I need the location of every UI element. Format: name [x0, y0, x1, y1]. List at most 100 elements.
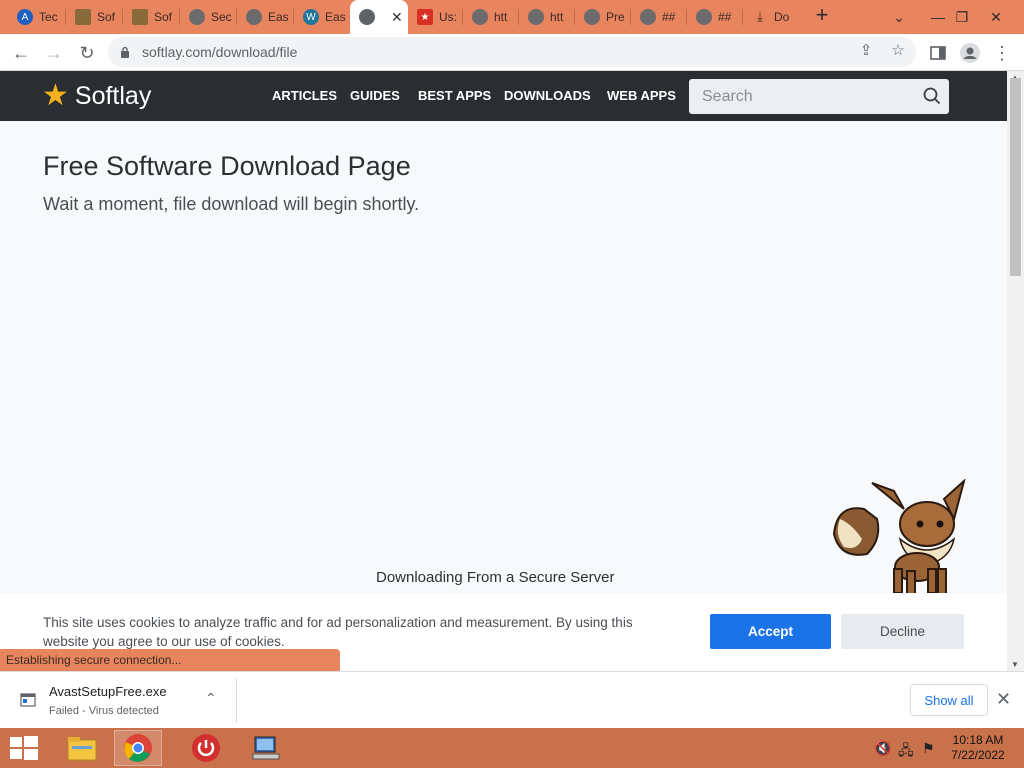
download-filename: AvastSetupFree.exe [49, 684, 167, 699]
lock-icon [121, 46, 129, 58]
chevron-up-icon[interactable]: ⌃ [205, 690, 217, 707]
circle-a-icon: A [17, 9, 33, 25]
nav-best-apps[interactable]: BEST APPS [418, 88, 491, 103]
tab-title: Tec [39, 10, 58, 24]
power-app-icon[interactable] [182, 730, 230, 766]
nav-articles[interactable]: ARTICLES [272, 88, 337, 103]
status-bubble: Establishing secure connection... [0, 649, 340, 671]
scroll-down-icon[interactable]: ▼ [1011, 660, 1019, 669]
page-title: Free Software Download Page [43, 151, 411, 181]
download-status-label: Downloading From a Secure Server [376, 569, 615, 586]
network-icon[interactable]: 🖧 [898, 740, 914, 764]
nav-downloads[interactable]: DOWNLOADS [504, 88, 591, 103]
decline-cookies-button[interactable]: Decline [841, 614, 964, 649]
globe-icon [246, 9, 262, 25]
tab-1[interactable]: Sof [66, 0, 123, 34]
tab-title: Sof [97, 10, 116, 24]
globe-icon [584, 9, 600, 25]
tab-title: ## [718, 10, 732, 24]
tab-title: Eas [325, 10, 346, 24]
page-scrollbar[interactable]: ▲ ▼ [1007, 71, 1024, 671]
download-item[interactable]: AvastSetupFree.exe Failed - Virus detect… [0, 678, 237, 723]
tab-title: htt [550, 10, 564, 24]
site-header: ★ Softlay ARTICLES GUIDES BEST APPS DOWN… [0, 71, 1007, 121]
chrome-icon[interactable] [114, 730, 162, 766]
url-text: softlay.com/download/file [142, 44, 298, 60]
page-subtitle: Wait a moment, file download will begin … [43, 194, 420, 214]
tab-title: Sec [211, 10, 232, 24]
tab-8[interactable]: htt [463, 0, 519, 34]
back-arrow-icon[interactable]: ← [8, 40, 34, 66]
tab-title: Us: [439, 10, 457, 24]
close-window-icon[interactable]: ✕ [976, 0, 1016, 34]
tab-11[interactable]: ## [631, 0, 687, 34]
download-status: Failed - Virus detected [49, 705, 159, 717]
close-tab-icon[interactable]: ✕ [391, 9, 403, 26]
taskbar: 🔇 🖧 ⚑ 10:18 AM 7/22/2022 [0, 728, 1024, 768]
tab-title: Sof [154, 10, 173, 24]
windows-start-icon[interactable] [6, 734, 42, 762]
browser-toolbar: ← → ↻ softlay.com/download/file ⇪ ☆ ⋮ [0, 34, 1024, 71]
flag-alert-icon[interactable]: ⚑ [922, 740, 935, 757]
site-logo[interactable]: ★ Softlay [42, 81, 151, 111]
globe-icon [696, 9, 712, 25]
tab-title: htt [494, 10, 508, 24]
tab-title: Eas [268, 10, 289, 24]
file-explorer-icon[interactable] [58, 730, 106, 766]
logo-text: Softlay [74, 81, 152, 110]
tab-0[interactable]: A Tec [8, 0, 66, 34]
download-icon: ⤓ [757, 9, 763, 24]
bookmark-star-icon[interactable]: ☆ [889, 41, 907, 59]
search-icon[interactable] [923, 87, 941, 105]
tab-10[interactable]: Pre [575, 0, 631, 34]
tab-5[interactable]: W Eas [294, 0, 350, 34]
profile-avatar-icon[interactable] [957, 40, 983, 66]
tab-2[interactable]: Sof [123, 0, 180, 34]
globe-icon [472, 9, 488, 25]
fox-mascot-image [832, 479, 966, 598]
tab-3[interactable]: Sec [180, 0, 237, 34]
search-input[interactable] [702, 87, 917, 106]
app-icon [75, 9, 91, 25]
nav-guides[interactable]: GUIDES [350, 88, 400, 103]
main-content: Free Software Download Page Wait a momen… [0, 121, 1007, 671]
cookie-text: This site uses cookies to analyze traffi… [43, 615, 633, 649]
wordpress-icon: W [303, 9, 319, 25]
system-clock[interactable]: 10:18 AM 7/22/2022 [940, 733, 1016, 763]
accept-cookies-button[interactable]: Accept [710, 614, 831, 649]
tab-search-chevron-icon[interactable]: ⌄ [879, 0, 919, 34]
clock-time: 10:18 AM [952, 733, 1004, 747]
new-tab-button[interactable]: + [810, 4, 834, 28]
close-shelf-icon[interactable]: ✕ [996, 689, 1011, 710]
tab-13[interactable]: ⤓ Do [743, 0, 799, 34]
clock-date: 7/22/2022 [951, 748, 1005, 762]
file-window-icon [20, 693, 36, 707]
tab-title: Pre [606, 10, 625, 24]
show-all-button[interactable]: Show all [910, 684, 988, 716]
nav-web-apps[interactable]: WEB APPS [607, 88, 676, 103]
tab-strip: A Tec Sof Sof Sec Eas W Eas ✕ ★ Us: htt [0, 0, 1024, 34]
star-logo-icon: ★ [42, 79, 69, 112]
address-bar[interactable]: softlay.com/download/file [108, 37, 916, 67]
computer-icon[interactable] [242, 730, 290, 766]
globe-icon [359, 9, 375, 25]
reload-icon[interactable]: ↻ [74, 40, 100, 66]
forward-arrow-icon[interactable]: → [41, 40, 67, 66]
scrollbar-thumb[interactable] [1010, 78, 1021, 276]
share-icon[interactable]: ⇪ [857, 41, 875, 59]
site-search [689, 79, 949, 114]
tab-4[interactable]: Eas [237, 0, 294, 34]
menu-kebab-icon[interactable]: ⋮ [989, 40, 1015, 66]
download-shelf: AvastSetupFree.exe Failed - Virus detect… [0, 671, 1024, 728]
app-icon [132, 9, 148, 25]
tab-7[interactable]: ★ Us: [408, 0, 463, 34]
volume-muted-icon[interactable]: 🔇 [874, 740, 891, 757]
tab-active[interactable]: ✕ [350, 0, 408, 34]
globe-icon [528, 9, 544, 25]
side-panel-icon[interactable] [925, 40, 951, 66]
tab-9[interactable]: htt [519, 0, 575, 34]
globe-icon [189, 9, 205, 25]
tab-title: ## [662, 10, 676, 24]
star-badge-icon: ★ [417, 9, 433, 25]
tab-12[interactable]: ## [687, 0, 743, 34]
